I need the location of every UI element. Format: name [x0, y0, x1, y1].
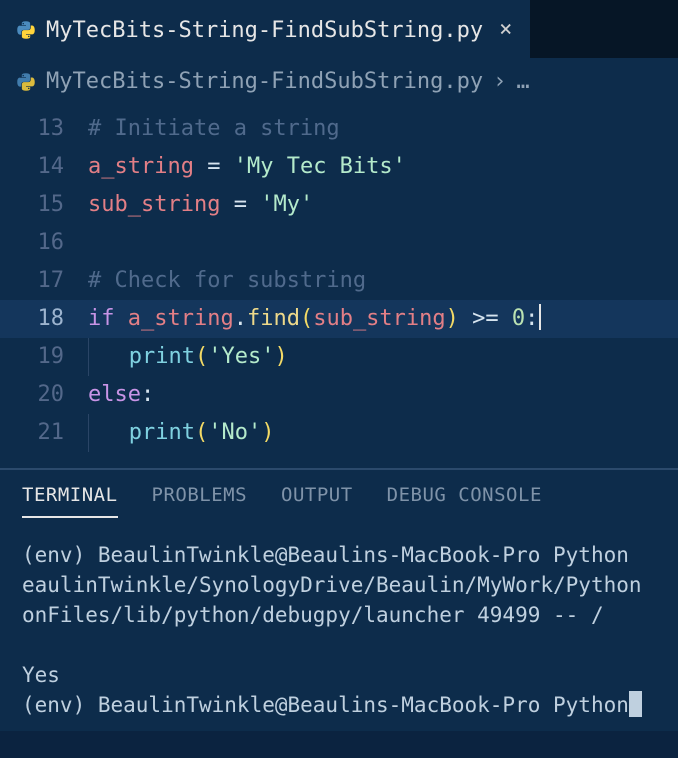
line-number: 16	[0, 224, 88, 262]
line-number: 14	[0, 148, 88, 186]
breadcrumb-file[interactable]: MyTecBits-String-FindSubString.py	[46, 69, 483, 94]
code-line-active: 18 if a_string.find(sub_string) >= 0:	[0, 300, 678, 338]
punct-token: :	[141, 382, 154, 407]
paren-token: (	[195, 344, 208, 369]
code-line: 19 print('Yes')	[0, 338, 678, 376]
line-number: 20	[0, 376, 88, 414]
operator-token: =	[220, 192, 260, 217]
breadcrumb-more[interactable]: …	[516, 69, 529, 94]
code-line: 16	[0, 224, 678, 262]
variable-token: a_string	[128, 306, 234, 331]
terminal[interactable]: (env) BeaulinTwinkle@Beaulins-MacBook-Pr…	[0, 518, 678, 731]
panel-tab-terminal[interactable]: TERMINAL	[22, 484, 118, 518]
python-icon	[16, 72, 36, 92]
panel-tab-problems[interactable]: PROBLEMS	[152, 484, 248, 518]
string-token: 'My'	[260, 192, 313, 217]
keyword-token: else	[88, 382, 141, 407]
terminal-line: eaulinTwinkle/SynologyDrive/Beaulin/MyWo…	[22, 573, 642, 597]
variable-token: sub_string	[313, 306, 445, 331]
paren-token: (	[195, 420, 208, 445]
punct-token: :	[525, 306, 538, 331]
terminal-cursor	[629, 691, 642, 717]
chevron-right-icon: ›	[493, 69, 506, 94]
code-line: 17 # Check for substring	[0, 262, 678, 300]
function-token: print	[129, 344, 195, 369]
indent-guide	[88, 414, 89, 452]
paren-token: )	[446, 306, 459, 331]
line-number: 13	[0, 110, 88, 148]
line-number: 18	[0, 300, 88, 338]
tab-title: MyTecBits-String-FindSubString.py	[46, 18, 483, 43]
keyword-token: if	[88, 306, 115, 331]
line-number: 21	[0, 414, 88, 452]
string-token: 'No'	[208, 420, 261, 445]
paren-token: (	[300, 306, 313, 331]
terminal-output: Yes	[22, 663, 60, 687]
string-token: 'My Tec Bits'	[234, 154, 406, 179]
close-icon[interactable]: ×	[499, 19, 512, 41]
code-editor[interactable]: 13 # Initiate a string 14 a_string = 'My…	[0, 106, 678, 468]
string-token: 'Yes'	[208, 344, 274, 369]
variable-token: sub_string	[88, 192, 220, 217]
terminal-line: onFiles/lib/python/debugpy/launcher 4949…	[22, 603, 604, 627]
terminal-prompt: (env) BeaulinTwinkle@Beaulins-MacBook-Pr…	[22, 693, 629, 717]
code-line: 21 print('No')	[0, 414, 678, 452]
variable-token: a_string	[88, 154, 194, 179]
panel-tabs: TERMINAL PROBLEMS OUTPUT DEBUG CONSOLE	[0, 470, 678, 518]
code-line: 15 sub_string = 'My'	[0, 186, 678, 224]
panel-tab-debug-console[interactable]: DEBUG CONSOLE	[387, 484, 542, 518]
python-icon	[16, 20, 36, 40]
indent-guide	[88, 338, 89, 376]
function-token: print	[129, 420, 195, 445]
code-line: 13 # Initiate a string	[0, 110, 678, 148]
line-number: 17	[0, 262, 88, 300]
punct-token: .	[234, 306, 247, 331]
tabs-bar: MyTecBits-String-FindSubString.py ×	[0, 0, 678, 58]
comment-token: # Initiate a string	[88, 116, 340, 141]
panel-tab-output[interactable]: OUTPUT	[281, 484, 353, 518]
operator-token: =	[194, 154, 234, 179]
text-cursor	[539, 304, 541, 330]
line-number: 15	[0, 186, 88, 224]
line-number: 19	[0, 338, 88, 376]
code-line: 14 a_string = 'My Tec Bits'	[0, 148, 678, 186]
function-token: find	[247, 306, 300, 331]
operator-token: >=	[459, 306, 512, 331]
tab-file[interactable]: MyTecBits-String-FindSubString.py ×	[0, 0, 530, 58]
number-token: 0	[512, 306, 525, 331]
breadcrumb: MyTecBits-String-FindSubString.py › …	[0, 58, 678, 106]
paren-token: )	[274, 344, 287, 369]
paren-token: )	[261, 420, 274, 445]
comment-token: # Check for substring	[88, 268, 366, 293]
code-line: 20 else:	[0, 376, 678, 414]
terminal-line: (env) BeaulinTwinkle@Beaulins-MacBook-Pr…	[22, 543, 629, 567]
